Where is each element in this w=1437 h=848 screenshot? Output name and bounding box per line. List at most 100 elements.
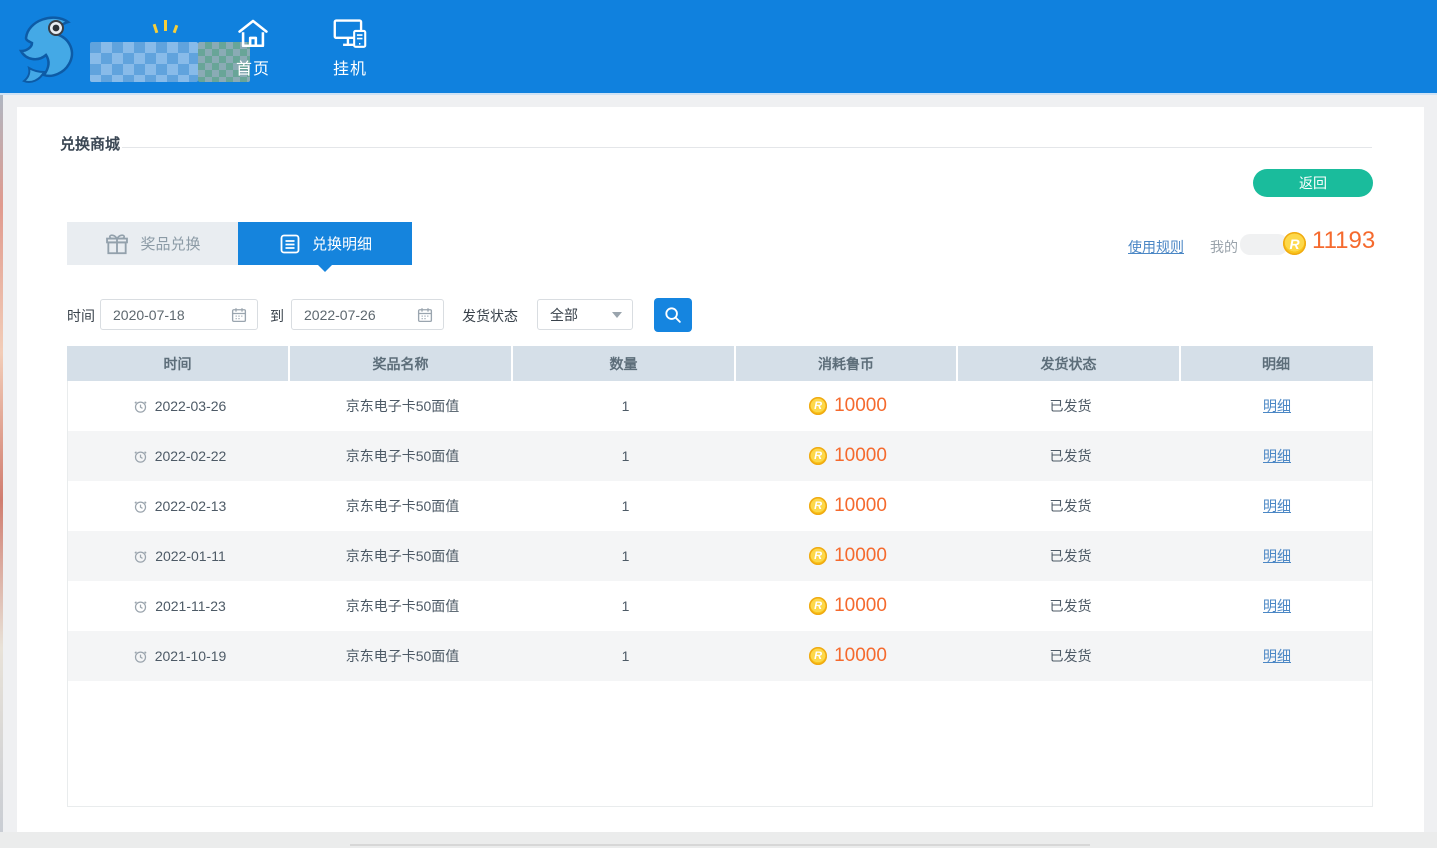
header-time: 时间 — [67, 346, 290, 381]
row-detail-link[interactable]: 明细 — [1263, 446, 1291, 466]
clock-icon — [133, 399, 148, 414]
desktop-bottom-strip — [0, 832, 1437, 848]
clock-icon — [133, 649, 148, 664]
row-quantity: 1 — [622, 448, 630, 464]
row-detail-link[interactable]: 明细 — [1263, 396, 1291, 416]
shipping-status-filter-label: 发货状态 — [462, 306, 518, 326]
row-date: 2021-11-23 — [155, 598, 226, 614]
row-prize-name: 京东电子卡50面值 — [346, 396, 460, 416]
home-icon — [236, 17, 270, 49]
row-quantity: 1 — [622, 498, 630, 514]
gift-icon — [104, 231, 130, 257]
coin-icon: R — [809, 647, 827, 665]
table-row: 2021-11-23 京东电子卡50面值 1 R10000 已发货 明细 — [68, 581, 1372, 631]
row-shipping-status: 已发货 — [1050, 396, 1092, 416]
sparkle-icon — [173, 25, 179, 34]
chevron-down-icon — [612, 312, 622, 318]
header-shipping-status: 发货状态 — [958, 346, 1181, 381]
title-divider — [122, 147, 1372, 148]
censored-currency-name — [1240, 234, 1288, 255]
search-button[interactable] — [654, 298, 692, 332]
tab-prize-exchange[interactable]: 奖品兑换 — [67, 222, 238, 265]
censored-logo-text — [90, 42, 198, 82]
balance-value: 11193 — [1312, 227, 1375, 255]
table-row: 2022-01-11 京东电子卡50面值 1 R10000 已发货 明细 — [68, 531, 1372, 581]
date-from-input[interactable] — [101, 307, 230, 323]
nav-hangup-label: 挂机 — [333, 55, 367, 79]
table-row: 2021-10-19 京东电子卡50面值 1 R 10000 已发货 明细 — [68, 631, 1372, 681]
row-detail-link[interactable]: 明细 — [1263, 646, 1291, 666]
row-coins-spent: 10000 — [834, 445, 887, 467]
row-shipping-status: 已发货 — [1050, 496, 1092, 516]
table-row: 2022-02-13 京东电子卡50面值 1 R 10000 已发货 明细 — [68, 481, 1372, 531]
row-prize-name: 京东电子卡50面值 — [346, 446, 460, 466]
row-date: 2022-02-22 — [155, 448, 227, 464]
row-shipping-status: 已发货 — [1050, 646, 1092, 666]
row-detail-link[interactable]: 明细 — [1263, 596, 1291, 616]
coin-icon: R — [809, 597, 827, 615]
content-panel: 兑换商城 返回 奖品兑换 兑换明细 使用规则 我的 R — [17, 107, 1424, 832]
row-date: 2021-10-19 — [155, 648, 227, 664]
calendar-icon[interactable] — [230, 306, 248, 324]
nav-home[interactable]: 首页 — [218, 17, 288, 81]
app-window: 首页 挂机 Hi — [0, 0, 1437, 848]
table-body: 2022-03-26 京东电子卡50面值 1 R10000 已发货 明细 202… — [67, 381, 1373, 807]
date-to-input[interactable] — [292, 307, 416, 323]
coin-icon: R — [809, 447, 827, 465]
tab-exchange-details[interactable]: 兑换明细 — [238, 222, 412, 265]
clock-icon — [133, 599, 148, 614]
row-coins-spent: 10000 — [834, 395, 887, 417]
desktop-edge-strip — [0, 95, 3, 832]
exchange-table: 时间 奖品名称 数量 消耗鲁币 发货状态 明细 2022-03-26 京东电子卡… — [67, 346, 1373, 807]
row-coins-spent: 10000 — [834, 495, 887, 517]
clock-icon — [133, 499, 148, 514]
row-date: 2022-03-26 — [155, 398, 227, 414]
row-prize-name: 京东电子卡50面值 — [346, 596, 460, 616]
header-quantity: 数量 — [513, 346, 736, 381]
list-icon — [278, 232, 302, 256]
tab-prize-exchange-label: 奖品兑换 — [140, 233, 200, 254]
shipping-status-value: 全部 — [538, 305, 612, 325]
header-coins-spent: 消耗鲁币 — [736, 346, 958, 381]
table-row: 2022-03-26 京东电子卡50面值 1 R10000 已发货 明细 — [68, 381, 1372, 431]
nav-hangup[interactable]: 挂机 — [315, 17, 385, 81]
app-logo — [14, 6, 244, 88]
row-detail-link[interactable]: 明细 — [1263, 496, 1291, 516]
row-coins-spent: 10000 — [834, 595, 887, 617]
clock-icon — [133, 549, 148, 564]
monitor-phone-icon — [332, 17, 368, 49]
coin-icon: R — [809, 547, 827, 565]
row-prize-name: 京东电子卡50面值 — [346, 646, 460, 666]
row-quantity: 1 — [622, 548, 630, 564]
row-date: 2022-02-13 — [155, 498, 227, 514]
date-to-field[interactable] — [291, 299, 444, 330]
table-header-row: 时间 奖品名称 数量 消耗鲁币 发货状态 明细 — [67, 346, 1373, 381]
row-quantity: 1 — [622, 648, 630, 664]
tab-exchange-details-label: 兑换明细 — [312, 233, 372, 254]
active-tab-arrow — [318, 265, 332, 272]
row-prize-name: 京东电子卡50面值 — [346, 496, 460, 516]
shipping-status-select[interactable]: 全部 — [537, 299, 633, 330]
sparkle-icon — [164, 20, 167, 31]
page-title: 兑换商城 — [60, 133, 120, 154]
row-coins-spent: 10000 — [834, 645, 887, 667]
header-detail: 明细 — [1181, 346, 1371, 381]
table-row: 2022-02-22 京东电子卡50面值 1 R 10000 已发货 明细 — [68, 431, 1372, 481]
row-detail-link[interactable]: 明细 — [1263, 546, 1291, 566]
sparkle-icon — [153, 24, 159, 33]
my-balance-label: 我的 — [1210, 237, 1238, 257]
background-window-edge — [350, 844, 1090, 846]
time-filter-label: 时间 — [67, 306, 95, 326]
nav-home-label: 首页 — [236, 55, 270, 79]
search-icon — [662, 304, 684, 326]
calendar-icon[interactable] — [416, 306, 434, 324]
coin-icon: R — [809, 497, 827, 515]
coin-icon: R — [1283, 232, 1306, 255]
back-button[interactable]: 返回 — [1253, 169, 1373, 197]
row-prize-name: 京东电子卡50面值 — [346, 546, 460, 566]
dolphin-logo-icon — [14, 8, 86, 86]
date-from-field[interactable] — [100, 299, 258, 330]
usage-rules-link[interactable]: 使用规则 — [1128, 237, 1184, 257]
row-quantity: 1 — [622, 398, 630, 414]
row-shipping-status: 已发货 — [1050, 446, 1092, 466]
